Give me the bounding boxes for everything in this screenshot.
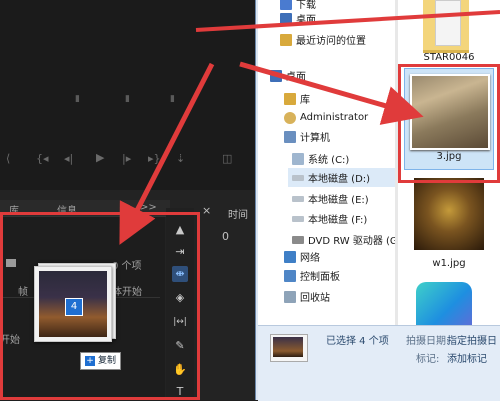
go-to-in-icon[interactable]: {◂ <box>36 152 49 165</box>
desktop-icon <box>280 12 292 25</box>
export-frame-icon[interactable]: ◫ <box>222 152 232 165</box>
tags-value[interactable]: 添加标记 <box>447 350 487 365</box>
folder-icon <box>423 0 469 53</box>
play-icon[interactable]: ▶ <box>96 151 104 164</box>
mark-in-icon[interactable]: ⟨ <box>6 152 10 165</box>
step-back-icon[interactable]: ◂| <box>64 152 73 165</box>
highlight-box-target <box>0 212 200 400</box>
timeline-label[interactable]: 时间 <box>228 206 248 221</box>
file-name[interactable]: STAR0046 <box>398 52 500 63</box>
step-forward-icon[interactable]: |▸ <box>122 152 131 165</box>
timeline-close-icon[interactable]: × <box>202 204 211 217</box>
recycle-bin-icon <box>284 290 296 303</box>
shot-date-label: 拍摄日期: <box>406 336 450 347</box>
file-name[interactable]: w1.jpg <box>398 258 500 269</box>
selection-count: 已选择 4 个项 <box>326 336 389 347</box>
program-monitor: ▮ ▮ ▮ ⟨ {◂ ◂| ▶ |▸ ▸} ⇣ ◫ <box>0 0 255 190</box>
computer-icon <box>284 130 296 143</box>
system-drive-icon <box>292 152 304 165</box>
selection-thumbnail <box>270 334 308 362</box>
shot-date-value[interactable]: 指定拍摄日 <box>447 332 497 347</box>
user-icon <box>284 111 296 124</box>
timeline-panel: × 时间 0 <box>198 200 255 400</box>
library-icon <box>284 92 296 105</box>
network-icon <box>284 250 296 263</box>
image-thumbnail <box>414 178 484 250</box>
timecode-marker: ▮ <box>170 94 175 104</box>
recent-places-icon <box>280 33 292 46</box>
timecode-marker: ▮ <box>75 94 80 104</box>
dvd-drive-icon <box>292 235 304 244</box>
hard-drive-icon <box>292 174 304 181</box>
desktop-icon <box>270 69 282 82</box>
nav-item-drive-d[interactable]: 本地磁盘 (D:) <box>288 168 404 187</box>
highlight-box-source <box>398 64 500 183</box>
navigation-pane: 下载 桌面 最近访问的位置 桌面 库 Administrator 计算机 系统 … <box>258 0 405 325</box>
details-pane: 已选择 4 个项 拍摄日期: 指定拍摄日 标记: 添加标记 <box>258 325 500 401</box>
hard-drive-icon <box>292 215 304 222</box>
insert-icon[interactable]: ⇣ <box>176 152 185 165</box>
go-to-out-icon[interactable]: ▸} <box>148 152 161 165</box>
video-app-icon <box>416 282 472 325</box>
control-panel-icon <box>284 269 296 282</box>
timecode-marker: ▮ <box>125 94 130 104</box>
hard-drive-icon <box>292 195 304 202</box>
timecode-readout[interactable]: 0 <box>222 230 229 243</box>
tags-label: 标记: <box>416 354 440 365</box>
nav-item-desktop[interactable]: 桌面 <box>270 66 410 85</box>
